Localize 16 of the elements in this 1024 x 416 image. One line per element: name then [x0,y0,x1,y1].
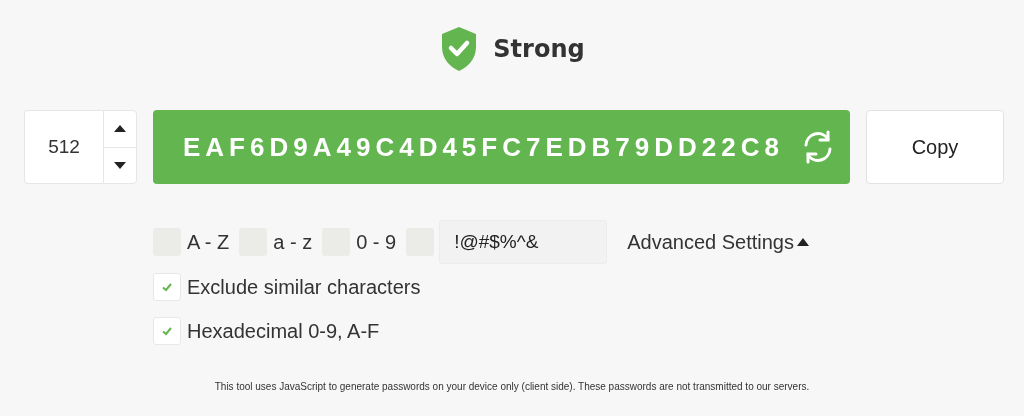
checkbox-label: 0 - 9 [356,230,397,254]
caret-icon[interactable] [796,238,809,246]
copy-button[interactable]: Copy [866,110,1004,184]
checkbox-label: A - Z [187,230,230,254]
length-field[interactable]: 512 [24,110,103,184]
checkbox[interactable] [153,317,181,345]
check-icon [161,325,173,337]
checkbox-label: a - z [273,230,313,254]
checkbox-label: Exclude similar characters [187,275,421,299]
strength-label: Strong [493,35,585,63]
symbols-field[interactable]: !@#$%^& [439,220,608,264]
checkbox-label: Hexadecimal 0-9, A-F [187,319,380,343]
check-icon [161,281,173,293]
checkbox[interactable] [153,273,181,301]
footnote: This tool uses JavaScript to generate passwords on your device only (client side). These passwords are not transmitted to our servers. [213,381,811,392]
advanced-settings-link[interactable]: Advanced Settings [627,230,794,254]
